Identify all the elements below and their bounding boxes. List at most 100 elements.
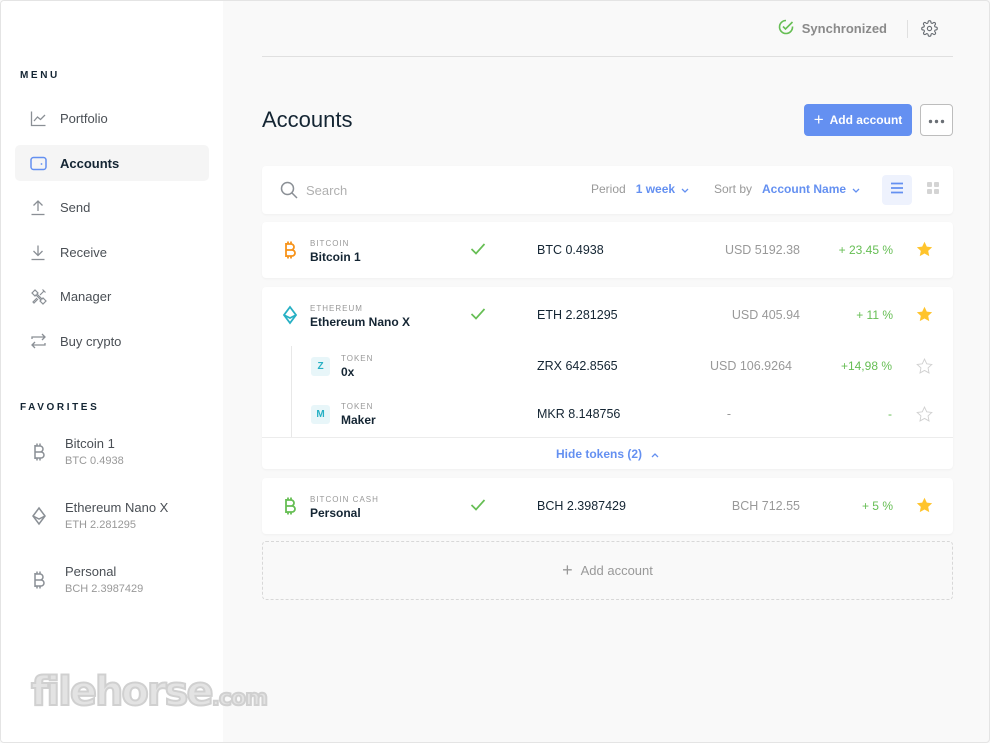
favorite-balance: BCH 2.3987429 (65, 583, 144, 595)
account-card-bitcoin-1: BITCOIN Bitcoin 1 BTC 0.4938 USD 5192.38… (262, 222, 953, 278)
favorite-balance: BTC 0.4938 (65, 455, 124, 467)
token-letter-icon: Z (311, 357, 330, 376)
token-countervalue: - (726, 407, 731, 421)
account-row[interactable]: ETHEREUM Ethereum Nano X ETH 2.281295 US… (262, 287, 953, 343)
favorite-ethereum-nano-x[interactable]: Ethereum Nano X ETH 2.281295 (31, 500, 211, 540)
sort-dropdown[interactable]: Sort by Account Name (714, 182, 860, 196)
arrow-down-icon (29, 243, 47, 261)
list-view-toggle[interactable] (882, 175, 912, 205)
bitcoin-cash-icon (282, 496, 300, 516)
token-type: TOKEN (341, 402, 374, 411)
token-row-0x[interactable]: Z TOKEN 0x ZRX 642.8565 USD 106.9264 +14… (262, 345, 953, 393)
favorite-name: Bitcoin 1 (65, 436, 115, 451)
add-account-label: Add account (829, 113, 903, 127)
account-countervalue: USD 405.94 (731, 308, 800, 322)
bitcoin-cash-icon (31, 570, 51, 590)
chevron-down-icon (852, 182, 860, 196)
account-card-ethereum-nano-x: ETHEREUM Ethereum Nano X ETH 2.281295 US… (262, 287, 953, 469)
accounts-toolbar: Period 1 week Sort by Account Name (262, 166, 953, 214)
hide-tokens-label: Hide tokens (2) (555, 446, 642, 461)
gear-icon (921, 20, 938, 41)
add-account-button[interactable]: + Add account (804, 104, 912, 136)
sidebar-item-label: Receive (60, 244, 107, 260)
synced-check-icon (470, 498, 486, 516)
token-balance: ZRX 642.8565 (537, 359, 618, 373)
star-filled-icon[interactable] (916, 306, 933, 327)
watermark-suffix: .com (211, 685, 269, 712)
add-account-placeholder[interactable]: + Add account (262, 541, 953, 600)
page-title: Accounts (262, 107, 353, 132)
token-change: +14,98 % (840, 359, 892, 373)
token-type: TOKEN (341, 354, 374, 363)
settings-button[interactable] (921, 20, 938, 42)
plus-icon: + (813, 110, 824, 129)
token-name: Maker (341, 413, 376, 427)
token-name: 0x (341, 365, 355, 379)
add-account-placeholder-label: Add account (580, 563, 653, 578)
topbar-divider (907, 20, 908, 38)
hide-tokens-button[interactable]: Hide tokens (2) (262, 437, 953, 469)
search-input[interactable] (306, 178, 556, 202)
sidebar-item-label: Send (60, 199, 91, 215)
account-change: + 11 % (856, 308, 893, 322)
period-dropdown[interactable]: Period 1 week (591, 182, 689, 196)
chevron-up-icon (651, 447, 659, 461)
account-card-personal: BITCOIN CASH Personal BCH 2.3987429 BCH … (262, 478, 953, 534)
account-balance: BTC 0.4938 (537, 243, 604, 257)
sidebar-item-label: Buy crypto (60, 333, 122, 349)
arrow-up-icon (29, 198, 47, 216)
favorite-name: Ethereum Nano X (65, 500, 169, 515)
sidebar-item-accounts[interactable]: Accounts (15, 145, 209, 181)
star-filled-icon[interactable] (916, 241, 933, 262)
sidebar-item-receive[interactable]: Receive (15, 234, 209, 270)
bitcoin-icon (282, 240, 300, 260)
account-row[interactable]: BITCOIN CASH Personal BCH 2.3987429 BCH … (262, 478, 953, 534)
account-change: + 23.45 % (838, 243, 893, 257)
sidebar-item-label: Accounts (60, 155, 120, 171)
account-currency: BITCOIN (310, 239, 350, 248)
check-circle-icon (778, 19, 794, 38)
account-name: Personal (310, 506, 361, 520)
sync-status: Synchronized (778, 19, 887, 38)
bitcoin-icon (31, 442, 51, 462)
more-dots-icon (928, 111, 945, 129)
favorite-balance: ETH 2.281295 (65, 519, 136, 531)
account-currency: ETHEREUM (310, 304, 363, 313)
topbar: Synchronized (262, 1, 953, 57)
chart-line-icon (29, 109, 47, 127)
star-outline-icon[interactable] (916, 357, 933, 379)
favorite-personal[interactable]: Personal BCH 2.3987429 (31, 564, 211, 604)
sync-status-label: Synchronized (801, 21, 887, 36)
sort-value: Account Name (762, 182, 847, 196)
search-icon (280, 181, 298, 204)
more-options-button[interactable] (920, 104, 953, 136)
favorite-bitcoin-1[interactable]: Bitcoin 1 BTC 0.4938 (31, 436, 211, 476)
exchange-icon (29, 332, 47, 350)
sidebar-item-buy-crypto[interactable]: Buy crypto (15, 323, 209, 359)
sidebar-item-send[interactable]: Send (15, 189, 209, 225)
tools-icon (29, 287, 47, 305)
token-countervalue: USD 106.9264 (709, 359, 792, 373)
sidebar-item-portfolio[interactable]: Portfolio (15, 100, 209, 136)
watermark-text: filehorse (30, 668, 215, 716)
account-name: Bitcoin 1 (310, 250, 361, 264)
grid-view-toggle[interactable] (918, 175, 948, 205)
sort-label: Sort by (714, 182, 753, 196)
grid-icon (927, 181, 939, 199)
account-name: Ethereum Nano X (310, 315, 411, 329)
account-currency: BITCOIN CASH (310, 495, 379, 504)
sidebar: MENU Portfolio Accounts Send Receive Man… (1, 1, 269, 742)
app-window: MENU Portfolio Accounts Send Receive Man… (0, 0, 990, 743)
period-label: Period (591, 182, 626, 196)
token-change: - (888, 407, 892, 421)
sidebar-item-label: Portfolio (60, 110, 108, 126)
star-filled-icon[interactable] (916, 497, 933, 518)
token-letter-icon: M (311, 405, 330, 424)
account-change: + 5 % (861, 499, 893, 513)
sidebar-item-manager[interactable]: Manager (15, 278, 209, 314)
token-row-maker[interactable]: M TOKEN Maker MKR 8.148756 - - (262, 393, 953, 441)
star-outline-icon[interactable] (916, 405, 933, 427)
account-countervalue: USD 5192.38 (724, 243, 800, 257)
account-balance: ETH 2.281295 (537, 308, 618, 322)
account-row[interactable]: BITCOIN Bitcoin 1 BTC 0.4938 USD 5192.38… (262, 222, 953, 278)
